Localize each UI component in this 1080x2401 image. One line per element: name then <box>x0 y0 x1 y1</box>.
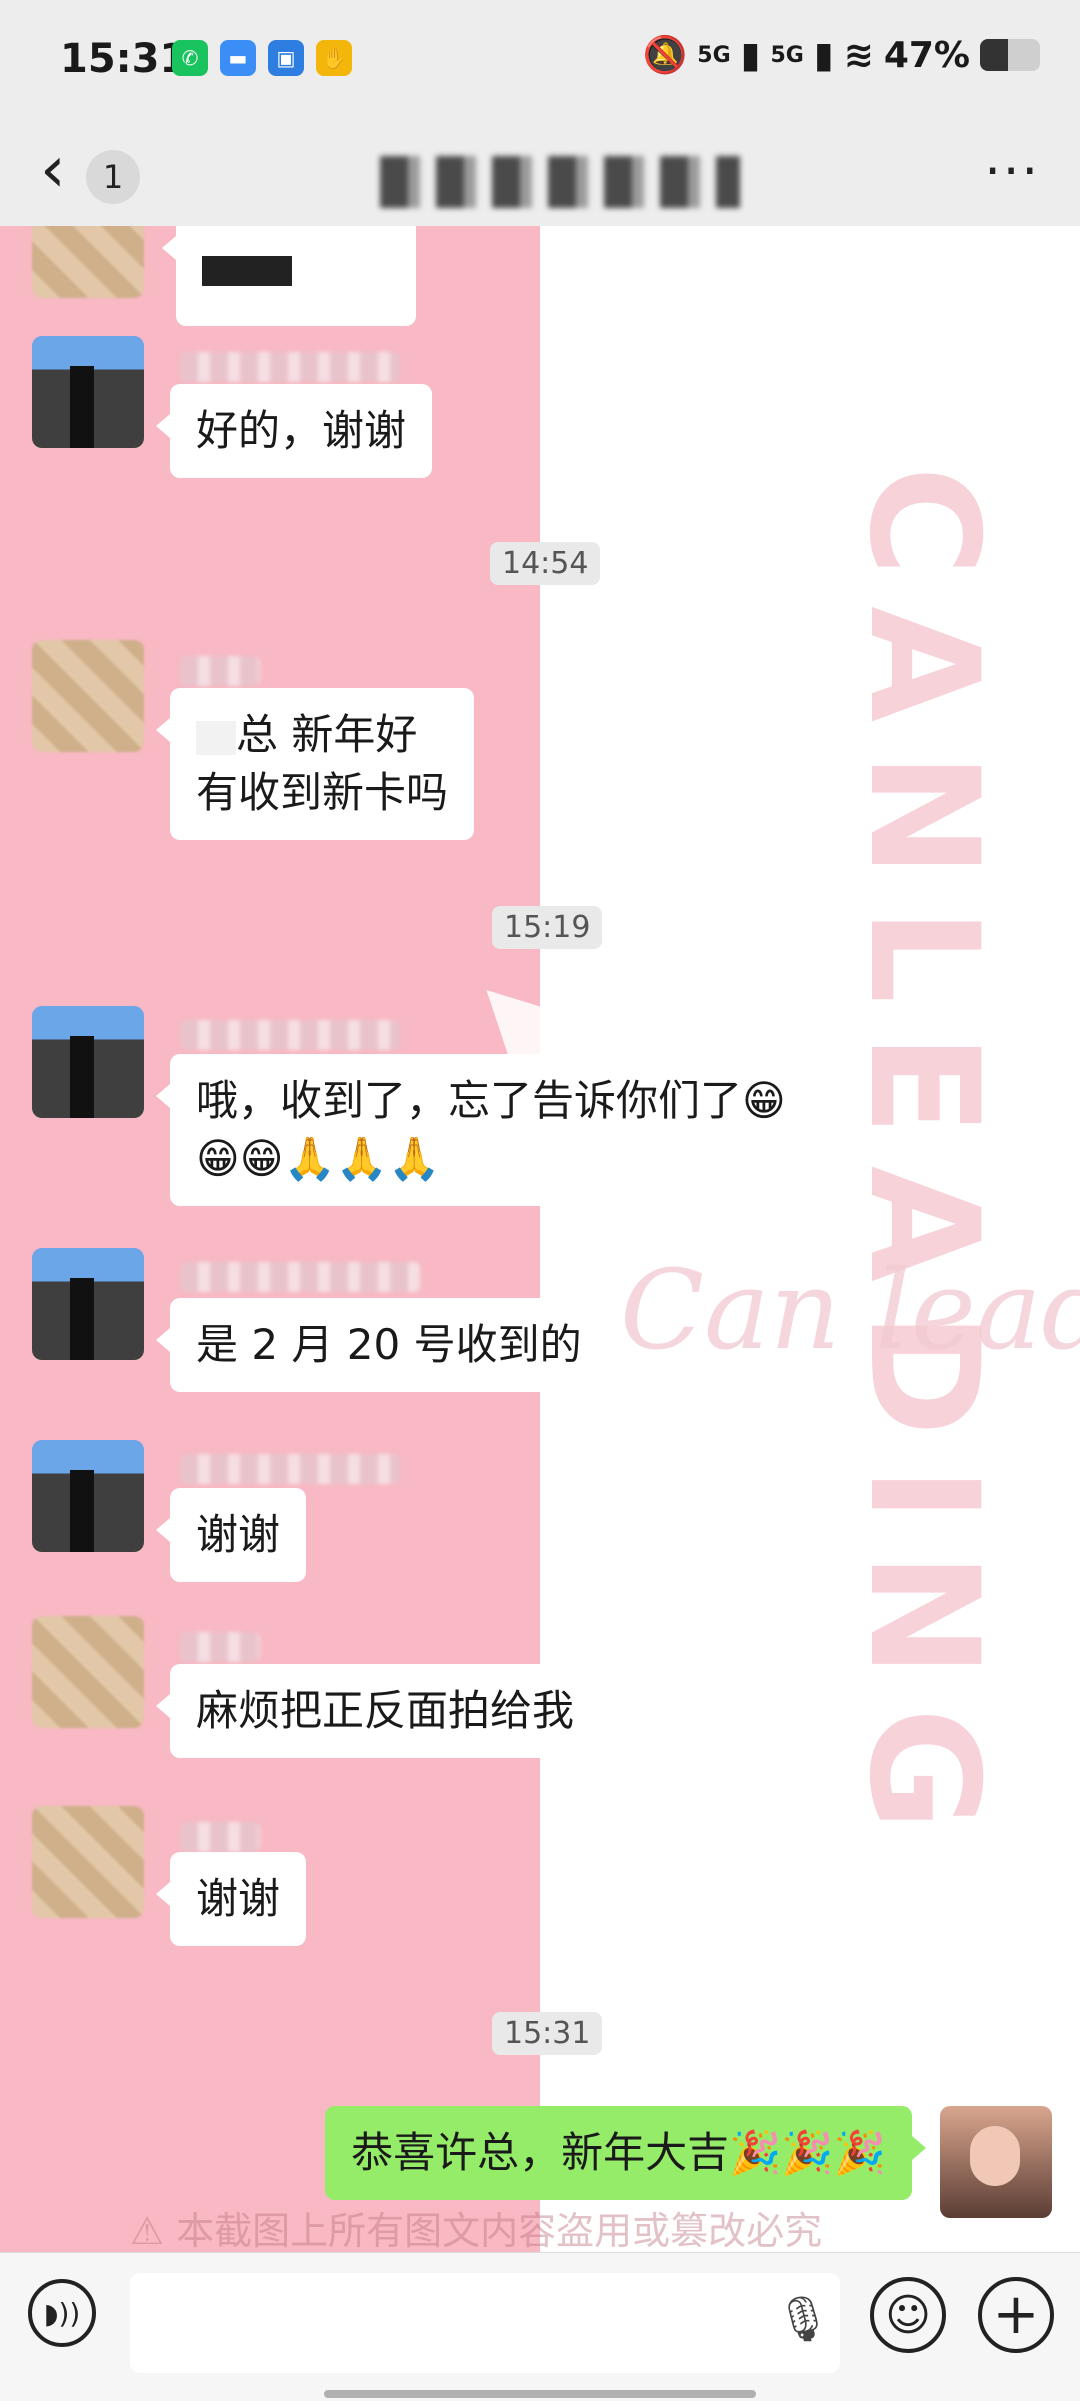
status-bar: 15:31 ✆ ▬ ▣ ✋ 🔕 5G ▮ 5G ▮ ≋ 47% <box>0 0 1080 120</box>
message-bubble[interactable]: 谢谢 <box>155 1852 307 1946</box>
home-indicator[interactable] <box>324 2390 756 2398</box>
message-bubble[interactable]: 麻烦把正反面拍给我 <box>155 1664 601 1758</box>
avatar[interactable] <box>32 1806 144 1918</box>
message-bubble[interactable]: 哦，收到了，忘了告诉你们了😁 😁😁🙏🙏🙏 <box>156 1054 812 1206</box>
emoji-icon[interactable]: ☺ <box>870 2277 946 2353</box>
message-bubble[interactable]: 谢谢 <box>155 1488 307 1582</box>
battery-fill <box>980 39 1009 71</box>
signal-5g-1: 5G <box>697 42 731 68</box>
chevron-left-icon[interactable]: ‹ <box>40 138 66 202</box>
wallet-app-icon: ▬ <box>220 40 256 76</box>
message-text: 谢谢 <box>196 1874 281 1923</box>
sender-name-redacted <box>180 1020 400 1050</box>
status-time: 15:31 <box>60 36 188 82</box>
more-dots-icon[interactable]: ··· <box>984 142 1040 202</box>
signal-bars-icon: ▮ <box>740 34 761 76</box>
avatar[interactable] <box>32 1440 144 1552</box>
message-bubble[interactable]: 总 新年好 有收到新卡吗 <box>155 688 475 840</box>
phone-app-icon: ✆ <box>172 40 208 76</box>
message-list[interactable]: CANLEADING Can leading 好的，谢谢 14:54 总 新年好… <box>0 226 1080 2252</box>
message-bubble[interactable]: 是 2 月 20 号收到的 <box>156 1298 608 1392</box>
message-text: 谢谢 <box>196 1510 281 1559</box>
message-text: 恭喜许总，新年大吉🎉🎉🎉 <box>351 2128 886 2177</box>
my-message-bubble[interactable]: 恭喜许总，新年大吉🎉🎉🎉 <box>325 2106 926 2200</box>
avatar[interactable] <box>32 1006 144 1118</box>
message-text: 好的，谢谢 <box>196 406 407 455</box>
avatar[interactable] <box>32 640 144 752</box>
chat-title-redacted <box>380 156 740 208</box>
sender-name-redacted <box>180 1632 260 1662</box>
mute-bell-icon: 🔕 <box>642 35 688 76</box>
plus-icon[interactable]: + <box>978 2277 1054 2353</box>
message-bubble[interactable]: 好的，谢谢 <box>155 384 433 478</box>
redacted-name <box>196 720 236 755</box>
sender-name-redacted <box>180 1262 420 1292</box>
unread-badge[interactable]: 1 <box>86 150 140 204</box>
sender-name-redacted <box>180 656 260 686</box>
sender-name-redacted <box>180 352 400 382</box>
timestamp: 15:19 <box>492 906 603 949</box>
input-bar: ◗)) 🎙 ☺ + <box>0 2252 1080 2401</box>
redacted-content <box>202 255 292 286</box>
message-bubble-partial[interactable] <box>162 226 416 326</box>
timestamp: 15:31 <box>492 2012 603 2055</box>
message-text: 麻烦把正反面拍给我 <box>196 1686 575 1735</box>
signal-5g-2: 5G <box>770 42 804 68</box>
brand-watermark: Can leading <box>620 1246 1080 1374</box>
sender-name-redacted <box>180 1454 400 1484</box>
copyright-watermark: ⚠ 本截图上所有图文内容盗用或篡改必究 <box>130 2209 823 2252</box>
wifi-icon: ≋ <box>843 34 874 76</box>
message-text: 是 2 月 20 号收到的 <box>196 1320 582 1369</box>
chat-header: ‹ 1 ··· <box>0 120 1080 226</box>
message-line: 哦，收到了，忘了告诉你们了😁 <box>196 1076 786 1125</box>
battery-percent: 47% <box>883 34 970 76</box>
avatar[interactable] <box>32 336 144 448</box>
microphone-icon[interactable]: 🎙 <box>775 2293 831 2345</box>
avatar[interactable] <box>32 226 144 298</box>
message-line: 总 新年好 <box>236 710 418 759</box>
avatar[interactable] <box>32 1616 144 1728</box>
message-input[interactable] <box>130 2273 840 2373</box>
window-app-icon: ▣ <box>268 40 304 76</box>
sender-name-redacted <box>180 1822 260 1852</box>
notification-icons: ✆ ▬ ▣ ✋ <box>172 40 352 76</box>
message-line: 😁😁🙏🙏🙏 <box>196 1134 441 1183</box>
avatar[interactable] <box>32 1248 144 1360</box>
voice-icon[interactable]: ◗)) <box>28 2279 96 2347</box>
hand-app-icon: ✋ <box>316 40 352 76</box>
vertical-watermark: CANLEADING <box>836 466 1010 1861</box>
message-line: 有收到新卡吗 <box>196 768 449 817</box>
timestamp: 14:54 <box>490 542 601 585</box>
battery-icon <box>980 39 1040 71</box>
my-avatar[interactable] <box>940 2106 1052 2218</box>
status-indicators: 🔕 5G ▮ 5G ▮ ≋ 47% <box>642 34 1040 76</box>
signal-bars-icon-2: ▮ <box>813 34 834 76</box>
